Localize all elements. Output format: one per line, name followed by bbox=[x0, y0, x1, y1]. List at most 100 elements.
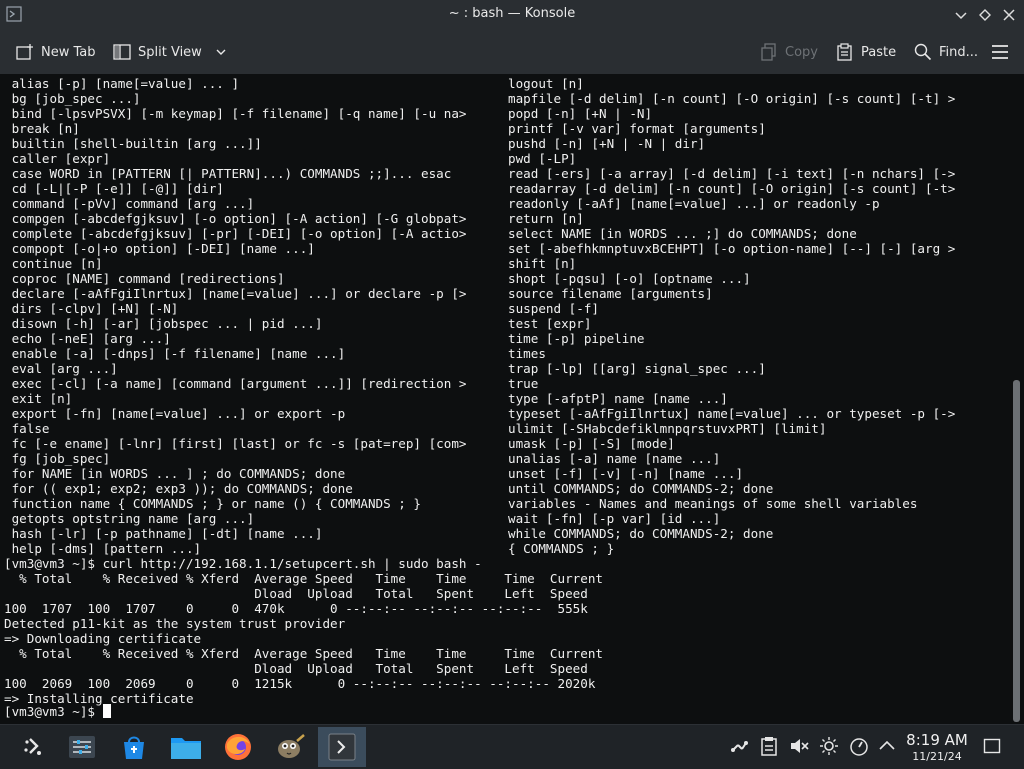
output-line: Dload Upload Total Spent Left Speed bbox=[4, 661, 588, 676]
terminal-scrollbar[interactable] bbox=[1008, 74, 1024, 724]
window-title: ~ : bash — Konsole bbox=[448, 6, 576, 21]
system-settings-icon bbox=[69, 736, 95, 758]
help-right-line: true bbox=[508, 376, 539, 391]
gimp-icon bbox=[278, 734, 305, 758]
find-button[interactable]: Find... bbox=[914, 40, 978, 64]
clock-time[interactable]: 8:19 AM bbox=[900, 731, 974, 749]
discover-store-icon bbox=[124, 736, 144, 759]
help-right-line: variables - Names and meanings of some s… bbox=[508, 496, 918, 511]
output-line: [vm3@vm3 ~]$ curl http://192.168.1.1/set… bbox=[4, 556, 482, 571]
help-right-line: printf [-v var] format [arguments] bbox=[508, 121, 766, 136]
konsole-task-button[interactable] bbox=[318, 727, 366, 767]
close-icon[interactable] bbox=[1000, 6, 1018, 24]
help-right-line: set [-abefhkmnptuvxBCEHPT] [-o option-na… bbox=[508, 241, 956, 256]
output-line: % Total % Received % Xferd Average Speed… bbox=[4, 571, 603, 586]
help-left-line: function name { COMMANDS ; } or name () … bbox=[4, 496, 422, 511]
copy-button[interactable]: Copy bbox=[760, 40, 818, 64]
help-right-line: popd [-n] [+N | -N] bbox=[508, 106, 653, 121]
split-view-label: Split View bbox=[138, 44, 202, 60]
copy-icon bbox=[761, 43, 776, 61]
show-desktop-icon[interactable] bbox=[981, 735, 1003, 757]
chevron-up-icon[interactable] bbox=[876, 735, 898, 757]
split-view-button[interactable]: Split View bbox=[113, 40, 227, 64]
hamburger-menu-button[interactable] bbox=[990, 40, 1010, 64]
firefox-button[interactable] bbox=[214, 727, 262, 767]
application-launcher-button[interactable] bbox=[10, 727, 58, 767]
help-left-line: command [-pVv] command [arg ...] bbox=[4, 196, 255, 211]
help-left-line: coproc [NAME] command [redirections] bbox=[4, 271, 285, 286]
output-line: % Total % Received % Xferd Average Speed… bbox=[4, 646, 603, 661]
help-right-line: wait [-fn] [-p var] [id ...] bbox=[508, 511, 721, 526]
help-left-line: alias [-p] [name[=value] ... ] bbox=[4, 76, 240, 91]
help-left-line: bind [-lpsvPSVX] [-m keymap] [-f filenam… bbox=[4, 106, 467, 121]
help-left-line: eval [arg ...] bbox=[4, 361, 118, 376]
help-right-line: test [expr] bbox=[508, 316, 592, 331]
help-right-line: select NAME [in WORDS ... ;] do COMMANDS… bbox=[508, 226, 857, 241]
text-cursor bbox=[102, 704, 111, 718]
help-left-line: declare [-aAfFgiIlnrtux] [name[=value] .… bbox=[4, 286, 467, 301]
help-left-line: dirs [-clpv] [+N] [-N] bbox=[4, 301, 179, 316]
help-left-line: enable [-a] [-dnps] [-f filename] [name … bbox=[4, 346, 346, 361]
help-right-line: times bbox=[508, 346, 546, 361]
help-right-line: return [n] bbox=[508, 211, 584, 226]
speedometer-icon[interactable] bbox=[848, 735, 870, 757]
search-icon bbox=[914, 43, 932, 61]
system-settings-button[interactable] bbox=[58, 727, 106, 767]
help-right-line: { COMMANDS ; } bbox=[508, 541, 615, 556]
help-left-line: exec [-cl] [-a name] [command [argument … bbox=[4, 376, 467, 391]
prompt-line: [vm3@vm3 ~]$ bbox=[4, 704, 111, 719]
discover-store-button[interactable] bbox=[110, 727, 158, 767]
help-left-line: for NAME [in WORDS ... ] ; do COMMANDS; … bbox=[4, 466, 346, 481]
help-left-line: break [n] bbox=[4, 121, 80, 136]
help-left-line: fc [-e ename] [-lnr] [first] [last] or f… bbox=[4, 436, 467, 451]
help-left-line: case WORD in [PATTERN [| PATTERN]...) CO… bbox=[4, 166, 452, 181]
terminal-view[interactable]: alias [-p] [name[=value] ... ] bg [job_s… bbox=[0, 74, 1008, 724]
find-label: Find... bbox=[939, 44, 979, 60]
taskbar bbox=[0, 724, 1024, 769]
window-titlebar: ~ : bash — Konsole bbox=[0, 0, 1024, 30]
scrollbar-thumb[interactable] bbox=[1013, 380, 1020, 722]
output-line: 100 2069 100 2069 0 0 1215k 0 --:--:-- -… bbox=[4, 676, 596, 691]
help-right-line: readarray [-d delim] [-n count] [-O orig… bbox=[508, 181, 956, 196]
help-right-line: suspend [-f] bbox=[508, 301, 599, 316]
help-right-line: trap [-lp] [[arg] signal_spec ...] bbox=[508, 361, 766, 376]
help-left-line: caller [expr] bbox=[4, 151, 111, 166]
new-tab-label: New Tab bbox=[41, 44, 96, 60]
output-line: Dload Upload Total Spent Left Speed bbox=[4, 586, 588, 601]
output-line: Detected p11-kit as the system trust pro… bbox=[4, 616, 346, 631]
new-tab-button[interactable]: New Tab bbox=[16, 40, 96, 64]
help-left-line: hash [-lr] [-p pathname] [-dt] [name ...… bbox=[4, 526, 323, 541]
output-line: 100 1707 100 1707 0 0 470k 0 --:--:-- --… bbox=[4, 601, 588, 616]
application-launcher-icon bbox=[24, 738, 41, 755]
minimize-icon[interactable] bbox=[952, 6, 970, 24]
help-left-line: compgen [-abcdefgjksuv] [-o option] [-A … bbox=[4, 211, 467, 226]
konsole-toolbar: New Tab Split View Copy Paste Find... bbox=[0, 30, 1024, 75]
brightness-icon[interactable] bbox=[818, 735, 840, 757]
chevron-down-icon bbox=[216, 49, 226, 55]
clock-date[interactable]: 11/21/24 bbox=[900, 750, 974, 763]
paste-button[interactable]: Paste bbox=[836, 40, 896, 64]
help-right-line: type [-afptP] name [name ...] bbox=[508, 391, 728, 406]
help-left-line: export [-fn] [name[=value] ...] or expor… bbox=[4, 406, 346, 421]
clipboard-icon[interactable] bbox=[758, 735, 780, 757]
file-manager-button[interactable] bbox=[162, 727, 210, 767]
maximize-icon[interactable] bbox=[976, 6, 994, 24]
help-right-line: readonly [-aAf] [name[=value] ...] or re… bbox=[508, 196, 880, 211]
help-left-line: continue [n] bbox=[4, 256, 103, 271]
help-right-line: until COMMANDS; do COMMANDS-2; done bbox=[508, 481, 774, 496]
help-right-line: while COMMANDS; do COMMANDS-2; done bbox=[508, 526, 774, 541]
konsole-icon bbox=[328, 733, 356, 761]
split-view-icon bbox=[113, 44, 131, 60]
help-left-line: builtin [shell-builtin [arg ...]] bbox=[4, 136, 262, 151]
volume-muted-icon[interactable] bbox=[788, 735, 810, 757]
network-icon[interactable] bbox=[728, 735, 750, 757]
file-manager-icon bbox=[171, 738, 201, 759]
gimp-button[interactable] bbox=[266, 727, 314, 767]
firefox-icon bbox=[225, 734, 251, 760]
hamburger-menu-icon bbox=[992, 45, 1008, 59]
help-left-line: for (( exp1; exp2; exp3 )); do COMMANDS;… bbox=[4, 481, 353, 496]
help-right-line: unalias [-a] name [name ...] bbox=[508, 451, 721, 466]
help-right-line: shift [n] bbox=[508, 256, 577, 271]
help-right-line: mapfile [-d delim] [-n count] [-O origin… bbox=[508, 91, 956, 106]
help-left-line: exit [n] bbox=[4, 391, 73, 406]
